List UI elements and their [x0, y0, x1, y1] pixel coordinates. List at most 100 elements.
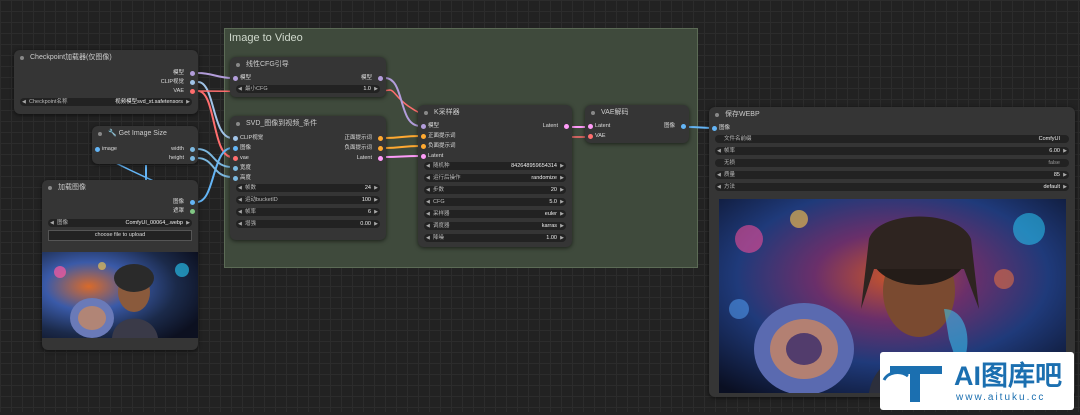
arrow-right-icon[interactable]: ▶: [186, 219, 190, 227]
node-title: Checkpoint加载器(仅图像): [14, 50, 198, 66]
node-title: 线性CFG引导: [230, 57, 386, 73]
node-title: VAE解码: [585, 105, 689, 121]
output-clip-vision-label: CLIP视觉: [160, 79, 184, 85]
input-vae-slot[interactable]: [233, 156, 238, 161]
fps-field[interactable]: ◀ 帧率 6.00 ▶: [715, 147, 1069, 155]
output-image-label: 图像: [663, 123, 675, 129]
output-image-slot[interactable]: [190, 200, 195, 205]
output-vae-slot[interactable]: [190, 89, 195, 94]
input-image-label: 图像: [240, 145, 252, 151]
input-model-label: 模型: [428, 123, 440, 129]
arrow-right-icon[interactable]: ▶: [186, 98, 190, 106]
node-title: 🔧 Get Image Size: [92, 126, 198, 142]
ckpt-name-combo[interactable]: ◀ Checkpoint名称 视频模型svd_xt.safetensors ▶: [20, 98, 192, 106]
output-image-slot[interactable]: [681, 124, 686, 129]
input-latent-label: Latent: [595, 123, 611, 129]
output-model-slot[interactable]: [378, 76, 383, 81]
input-image-slot[interactable]: [95, 147, 100, 152]
output-width-label: width: [171, 146, 184, 152]
output-vae-label: VAE: [173, 88, 184, 94]
input-vae-slot[interactable]: [588, 134, 593, 139]
input-model-label: 模型: [240, 75, 252, 81]
input-latent-slot[interactable]: [588, 124, 593, 129]
output-model-label: 模型: [360, 75, 372, 81]
input-vae-label: VAE: [595, 133, 606, 139]
linear-cfg-guidance-node[interactable]: 线性CFG引导 模型 模型 ◀ 最小CFG 1.0 ▶: [230, 57, 386, 97]
output-latent-label: Latent: [542, 123, 558, 129]
node-title: 保存WEBP: [709, 107, 1075, 123]
input-clip-vision-slot[interactable]: [233, 136, 238, 141]
output-image-label: 图像: [172, 199, 184, 205]
input-image-slot[interactable]: [233, 146, 238, 151]
output-latent-slot[interactable]: [564, 124, 569, 129]
input-vae-label: vae: [240, 155, 249, 161]
preview-image: [42, 252, 198, 338]
fps-field[interactable]: ◀ 帧率 6 ▶: [236, 208, 380, 216]
input-height-slot[interactable]: [233, 176, 238, 181]
denoise-field[interactable]: ◀ 降噪 1.00 ▶: [424, 234, 566, 242]
lossless-toggle[interactable]: 无损 false: [715, 159, 1069, 167]
wrench-icon: 🔧: [108, 130, 119, 137]
cfg-field[interactable]: ◀ CFG 5.0 ▶: [424, 198, 566, 206]
input-positive-label: 正面提示词: [428, 133, 456, 139]
output-height-slot[interactable]: [190, 156, 195, 161]
watermark-logo: AI图库吧 www.aituku.cc: [880, 352, 1074, 410]
method-combo[interactable]: ◀ 方法 default ▶: [715, 183, 1069, 191]
watermark-url: www.aituku.cc: [956, 392, 1046, 403]
input-width-slot[interactable]: [233, 166, 238, 171]
input-width-label: 宽度: [240, 165, 252, 171]
input-negative-slot[interactable]: [421, 144, 426, 149]
augmentation-field[interactable]: ◀ 增强 0.00 ▶: [236, 220, 380, 228]
output-negative-label: 负面提示词: [344, 145, 372, 151]
control-after-generate-combo[interactable]: ◀ 运行后操作 randomize ▶: [424, 174, 566, 182]
input-model-slot[interactable]: [421, 124, 426, 129]
node-title: 加载图像: [42, 180, 198, 196]
arrow-left-icon[interactable]: ◀: [238, 85, 242, 93]
input-image-label: 图像: [719, 125, 731, 131]
output-latent-label: Latent: [356, 155, 372, 161]
min-cfg-field[interactable]: ◀ 最小CFG 1.0 ▶: [236, 85, 380, 93]
output-width-slot[interactable]: [190, 147, 195, 152]
node-title: SVD_图像到视频_条件: [230, 116, 386, 132]
input-model-slot[interactable]: [233, 76, 238, 81]
input-image-slot[interactable]: [712, 126, 717, 131]
filename-prefix-field[interactable]: 文件名前缀 ComfyUI: [715, 135, 1069, 143]
motion-bucket-field[interactable]: ◀ 运动bucketID 100 ▶: [236, 196, 380, 204]
video-frames-field[interactable]: ◀ 帧数 24 ▶: [236, 184, 380, 192]
output-mask-label: 遮罩: [172, 208, 184, 214]
quality-field[interactable]: ◀ 质量 85 ▶: [715, 171, 1069, 179]
input-latent-label: Latent: [428, 153, 444, 159]
upload-button[interactable]: choose file to upload: [48, 230, 192, 241]
input-positive-slot[interactable]: [421, 134, 426, 139]
ksampler-node[interactable]: K采样器 模型 正面提示词 负面提示词 Latent Latent ◀ 随机种 84…: [418, 105, 572, 247]
node-title: K采样器: [418, 105, 572, 121]
input-latent-slot[interactable]: [421, 154, 426, 159]
output-latent-slot[interactable]: [378, 156, 383, 161]
vae-decode-node[interactable]: VAE解码 Latent VAE 图像: [585, 105, 689, 143]
output-positive-label: 正面提示词: [344, 135, 372, 141]
get-image-size-node[interactable]: 🔧 Get Image Size image width height: [92, 126, 198, 164]
seed-field[interactable]: ◀ 随机种 842648959654314 ▶: [424, 162, 566, 170]
svd-img2vid-conditioning-node[interactable]: SVD_图像到视频_条件 CLIP视觉 图像 vae 宽度 高度 正面提示词 负…: [230, 116, 386, 240]
arrow-left-icon[interactable]: ◀: [50, 219, 54, 227]
scheduler-combo[interactable]: ◀ 调度器 karras ▶: [424, 222, 566, 230]
output-positive-slot[interactable]: [378, 136, 383, 141]
steps-field[interactable]: ◀ 步数 20 ▶: [424, 186, 566, 194]
output-model-label: 模型: [172, 70, 184, 76]
output-clip-vision-slot[interactable]: [190, 80, 195, 85]
checkpoint-loader-node[interactable]: Checkpoint加载器(仅图像) 模型 CLIP视觉 VAE ◀ Check…: [14, 50, 198, 114]
output-mask-slot[interactable]: [190, 209, 195, 214]
input-negative-label: 负面提示词: [428, 143, 456, 149]
load-image-node[interactable]: 加载图像 图像 遮罩 ◀ 图像 ComfyUI_00064_.webp ▶ ch…: [42, 180, 198, 350]
output-height-label: height: [169, 155, 184, 161]
watermark-brand: AI图库吧: [954, 361, 1062, 391]
arrow-right-icon[interactable]: ▶: [374, 85, 378, 93]
input-image-label: image: [102, 146, 117, 152]
input-clip-vision-label: CLIP视觉: [240, 135, 264, 141]
sampler-combo[interactable]: ◀ 采样器 euler ▶: [424, 210, 566, 218]
arrow-left-icon[interactable]: ◀: [22, 98, 26, 106]
input-height-label: 高度: [240, 175, 252, 181]
output-negative-slot[interactable]: [378, 146, 383, 151]
image-file-combo[interactable]: ◀ 图像 ComfyUI_00064_.webp ▶: [48, 219, 192, 227]
output-model-slot[interactable]: [190, 71, 195, 76]
